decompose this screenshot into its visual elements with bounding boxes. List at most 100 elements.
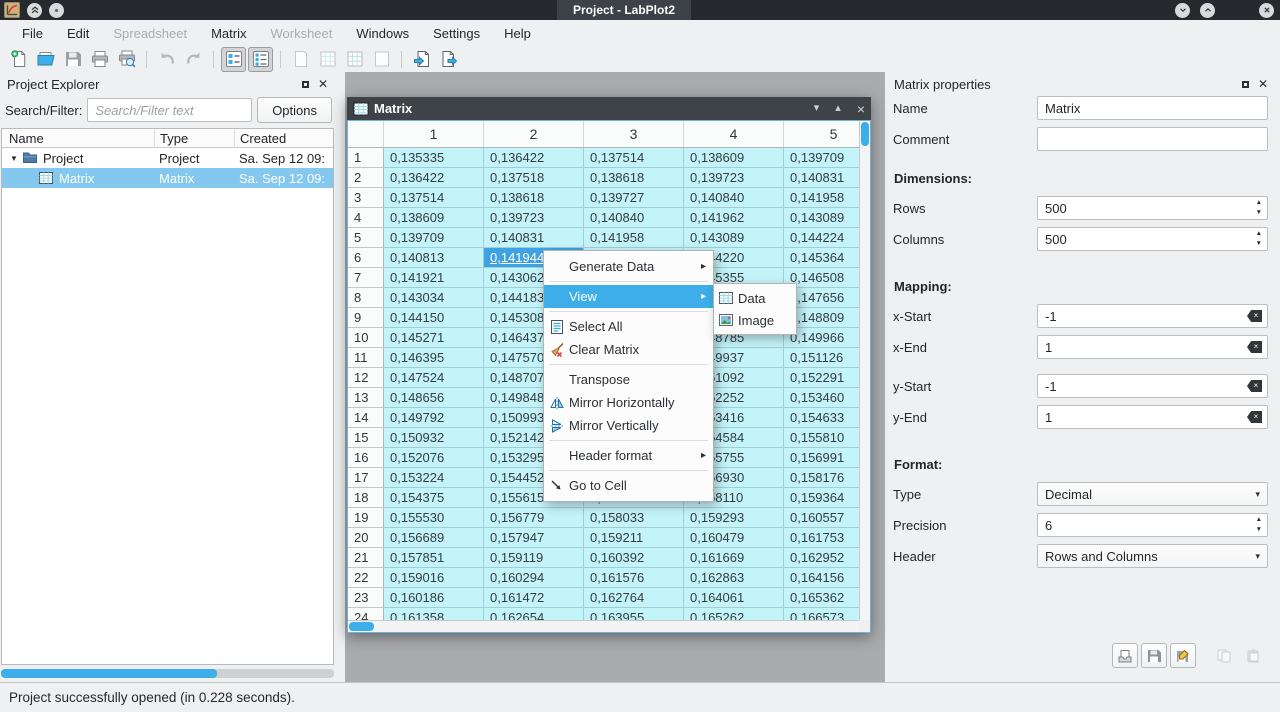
horizontal-scrollbar-thumb[interactable] bbox=[349, 622, 374, 631]
matrix-cell[interactable]: 0,138618 bbox=[484, 188, 584, 208]
matrix-cell[interactable]: 0,161753 bbox=[784, 528, 859, 548]
minimize-button[interactable] bbox=[1175, 3, 1190, 18]
context-item-header-format[interactable]: Header format▸ bbox=[544, 444, 713, 467]
matrix-row-header-24[interactable]: 24 bbox=[348, 608, 384, 620]
load-template-button[interactable] bbox=[1112, 643, 1138, 668]
menu-file[interactable]: File bbox=[10, 20, 55, 46]
toggle-properties-explorer-button[interactable] bbox=[248, 47, 273, 72]
matrix-cell[interactable]: 0,140831 bbox=[484, 228, 584, 248]
matrix-cell[interactable]: 0,141958 bbox=[784, 188, 859, 208]
submenu-item-data[interactable]: Data bbox=[714, 287, 796, 309]
matrix-cell[interactable]: 0,166573 bbox=[784, 608, 859, 620]
menu-windows[interactable]: Windows bbox=[344, 20, 421, 46]
context-item-generate-data[interactable]: Generate Data▸ bbox=[544, 255, 713, 278]
matrix-cell[interactable]: 0,137514 bbox=[584, 148, 684, 168]
matrix-cell[interactable]: 0,146395 bbox=[384, 348, 484, 368]
dock-splitter[interactable] bbox=[335, 72, 345, 682]
y-start-input[interactable] bbox=[1037, 374, 1268, 398]
matrix-row-header-10[interactable]: 10 bbox=[348, 328, 384, 348]
matrix-cell[interactable]: 0,156779 bbox=[484, 508, 584, 528]
matrix-row-header-18[interactable]: 18 bbox=[348, 488, 384, 508]
matrix-cell[interactable]: 0,159364 bbox=[784, 488, 859, 508]
matrix-cell[interactable]: 0,163955 bbox=[584, 608, 684, 620]
matrix-column-header-4[interactable]: 4 bbox=[684, 121, 784, 147]
new-project-button[interactable] bbox=[6, 47, 31, 72]
name-input[interactable] bbox=[1037, 96, 1268, 120]
tree-row-matrix[interactable]: MatrixMatrixSa. Sep 12 09: bbox=[2, 168, 333, 188]
matrix-row-header-9[interactable]: 9 bbox=[348, 308, 384, 328]
context-item-go-to-cell[interactable]: Go to Cell bbox=[544, 474, 713, 497]
matrix-cell[interactable]: 0,158033 bbox=[584, 508, 684, 528]
x-end-input[interactable] bbox=[1037, 335, 1268, 359]
matrix-row-header-17[interactable]: 17 bbox=[348, 468, 384, 488]
matrix-cell[interactable]: 0,159119 bbox=[484, 548, 584, 568]
spin-arrows-icon[interactable]: ▲▼ bbox=[1256, 200, 1262, 216]
matrix-cell[interactable]: 0,157851 bbox=[384, 548, 484, 568]
matrix-cell[interactable]: 0,145271 bbox=[384, 328, 484, 348]
matrix-cell[interactable]: 0,161472 bbox=[484, 588, 584, 608]
matrix-cell[interactable]: 0,137518 bbox=[484, 168, 584, 188]
matrix-cell[interactable]: 0,156689 bbox=[384, 528, 484, 548]
toggle-project-explorer-button[interactable] bbox=[221, 47, 246, 72]
context-item-select-all[interactable]: Select All bbox=[544, 315, 713, 338]
print-button[interactable] bbox=[87, 47, 112, 72]
matrix-row-header-15[interactable]: 15 bbox=[348, 428, 384, 448]
matrix-cell[interactable]: 0,159016 bbox=[384, 568, 484, 588]
window-shade-icon[interactable]: ▾ bbox=[814, 103, 820, 114]
matrix-cell[interactable]: 0,143089 bbox=[784, 208, 859, 228]
matrix-cell[interactable]: 0,160392 bbox=[584, 548, 684, 568]
close-dock-icon[interactable]: ✕ bbox=[1258, 78, 1268, 90]
matrix-cell[interactable]: 0,164156 bbox=[784, 568, 859, 588]
matrix-cell[interactable]: 0,156991 bbox=[784, 448, 859, 468]
save-template-button[interactable] bbox=[1141, 643, 1167, 668]
matrix-cell[interactable]: 0,149792 bbox=[384, 408, 484, 428]
options-button[interactable]: Options bbox=[257, 97, 332, 123]
matrix-corner-header[interactable] bbox=[348, 121, 384, 147]
close-dock-icon[interactable]: ✕ bbox=[318, 78, 328, 90]
vertical-scrollbar[interactable] bbox=[859, 121, 870, 620]
matrix-cell[interactable]: 0,144150 bbox=[384, 308, 484, 328]
matrix-cell[interactable]: 0,164061 bbox=[684, 588, 784, 608]
matrix-row-header-20[interactable]: 20 bbox=[348, 528, 384, 548]
matrix-cell[interactable]: 0,148656 bbox=[384, 388, 484, 408]
matrix-cell[interactable]: 0,143034 bbox=[384, 288, 484, 308]
matrix-cell[interactable]: 0,139727 bbox=[584, 188, 684, 208]
save-project-button[interactable] bbox=[60, 47, 85, 72]
y-end-input[interactable] bbox=[1037, 405, 1268, 429]
menu-help[interactable]: Help bbox=[492, 20, 543, 46]
matrix-cell[interactable]: 0,139709 bbox=[784, 148, 859, 168]
matrix-row-header-16[interactable]: 16 bbox=[348, 448, 384, 468]
context-item-mirror-vertically[interactable]: Mirror Vertically bbox=[544, 414, 713, 437]
header-dropdown[interactable]: Rows and Columns▾ bbox=[1037, 544, 1268, 568]
menu-edit[interactable]: Edit bbox=[55, 20, 101, 46]
matrix-cell[interactable]: 0,162764 bbox=[584, 588, 684, 608]
float-dock-icon[interactable] bbox=[302, 81, 309, 88]
matrix-column-header-2[interactable]: 2 bbox=[484, 121, 584, 147]
context-item-clear-matrix[interactable]: Clear Matrix bbox=[544, 338, 713, 361]
matrix-cell[interactable]: 0,136422 bbox=[384, 168, 484, 188]
pin-window-button[interactable] bbox=[49, 3, 64, 18]
tree-row-project[interactable]: ▼ProjectProjectSa. Sep 12 09: bbox=[2, 148, 333, 168]
matrix-cell[interactable]: 0,161358 bbox=[384, 608, 484, 620]
tree-column-created[interactable]: Created bbox=[234, 129, 333, 147]
vertical-scrollbar-thumb[interactable] bbox=[861, 122, 869, 146]
shade-window-button[interactable] bbox=[27, 3, 42, 18]
precision-spinbox[interactable] bbox=[1037, 513, 1268, 537]
search-filter-input[interactable] bbox=[87, 98, 252, 122]
x-start-input[interactable] bbox=[1037, 304, 1268, 328]
spin-arrows-icon[interactable]: ▲▼ bbox=[1256, 517, 1262, 533]
matrix-cell[interactable]: 0,140840 bbox=[684, 188, 784, 208]
spin-arrows-icon[interactable]: ▲▼ bbox=[1256, 231, 1262, 247]
submenu-item-image[interactable]: Image bbox=[714, 309, 796, 331]
matrix-cell[interactable]: 0,140813 bbox=[384, 248, 484, 268]
matrix-row-header-21[interactable]: 21 bbox=[348, 548, 384, 568]
matrix-cell[interactable]: 0,162654 bbox=[484, 608, 584, 620]
matrix-row-header-4[interactable]: 4 bbox=[348, 208, 384, 228]
matrix-cell[interactable]: 0,162863 bbox=[684, 568, 784, 588]
matrix-cell[interactable]: 0,151126 bbox=[784, 348, 859, 368]
matrix-cell[interactable]: 0,155530 bbox=[384, 508, 484, 528]
matrix-cell[interactable]: 0,138609 bbox=[384, 208, 484, 228]
matrix-cell[interactable]: 0,147524 bbox=[384, 368, 484, 388]
matrix-cell[interactable]: 0,138609 bbox=[684, 148, 784, 168]
matrix-cell[interactable]: 0,153224 bbox=[384, 468, 484, 488]
